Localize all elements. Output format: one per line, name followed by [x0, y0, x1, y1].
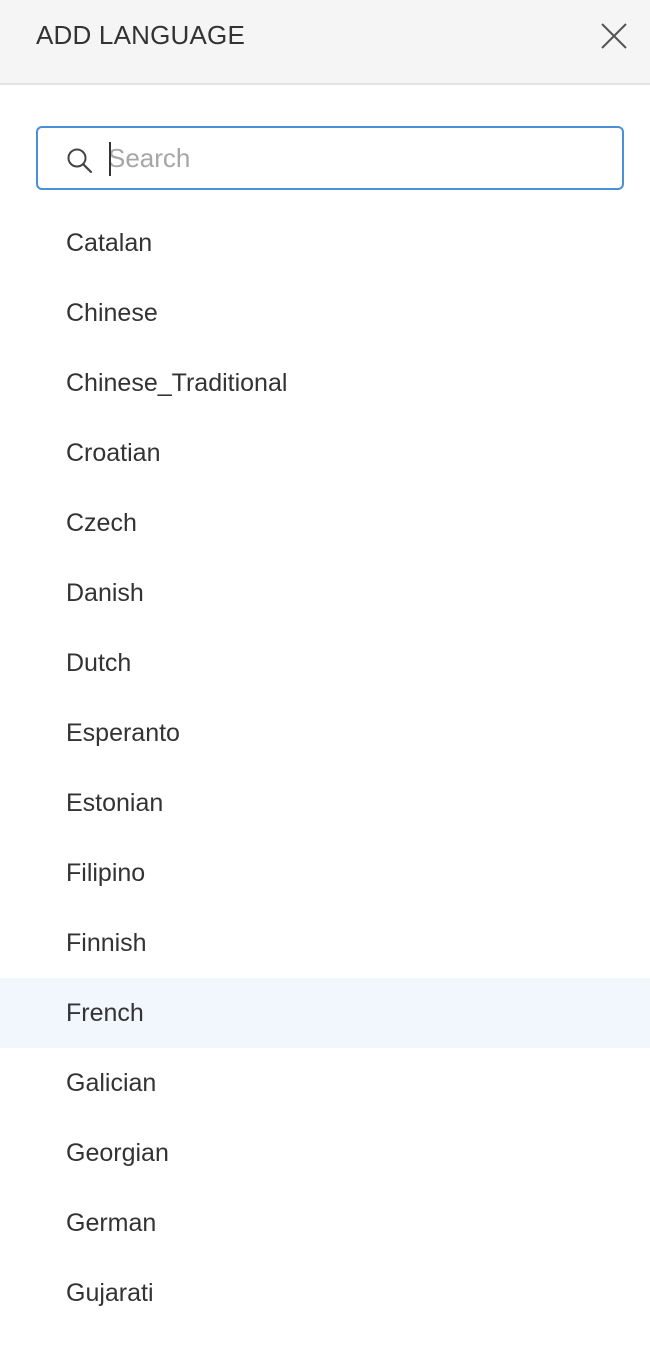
language-item-catalan[interactable]: Catalan [0, 208, 650, 278]
language-item-dutch[interactable]: Dutch [0, 628, 650, 698]
language-item-gujarati[interactable]: Gujarati [0, 1258, 650, 1328]
close-icon [601, 23, 627, 49]
text-cursor [109, 142, 111, 176]
language-item-czech[interactable]: Czech [0, 488, 650, 558]
language-item-estonian[interactable]: Estonian [0, 768, 650, 838]
language-item-chinese[interactable]: Chinese [0, 278, 650, 348]
add-language-panel: ADD LANGUAGE Catalan Chinese Chinese_Tra… [0, 0, 650, 1346]
search-box[interactable] [36, 126, 624, 190]
language-list: Catalan Chinese Chinese_Traditional Croa… [0, 208, 650, 1328]
panel-title: ADD LANGUAGE [36, 20, 246, 50]
panel-header: ADD LANGUAGE [0, 0, 650, 85]
language-item-galician[interactable]: Galician [0, 1048, 650, 1118]
language-item-esperanto[interactable]: Esperanto [0, 698, 650, 768]
language-item-filipino[interactable]: Filipino [0, 838, 650, 908]
language-item-georgian[interactable]: Georgian [0, 1118, 650, 1188]
language-item-croatian[interactable]: Croatian [0, 418, 650, 488]
language-item-finnish[interactable]: Finnish [0, 908, 650, 978]
close-button[interactable] [594, 16, 634, 56]
language-item-german[interactable]: German [0, 1188, 650, 1258]
language-item-french[interactable]: French [0, 978, 650, 1048]
language-item-chinese-traditional[interactable]: Chinese_Traditional [0, 348, 650, 418]
language-item-danish[interactable]: Danish [0, 558, 650, 628]
search-icon [67, 148, 93, 174]
search-input[interactable] [108, 138, 608, 178]
